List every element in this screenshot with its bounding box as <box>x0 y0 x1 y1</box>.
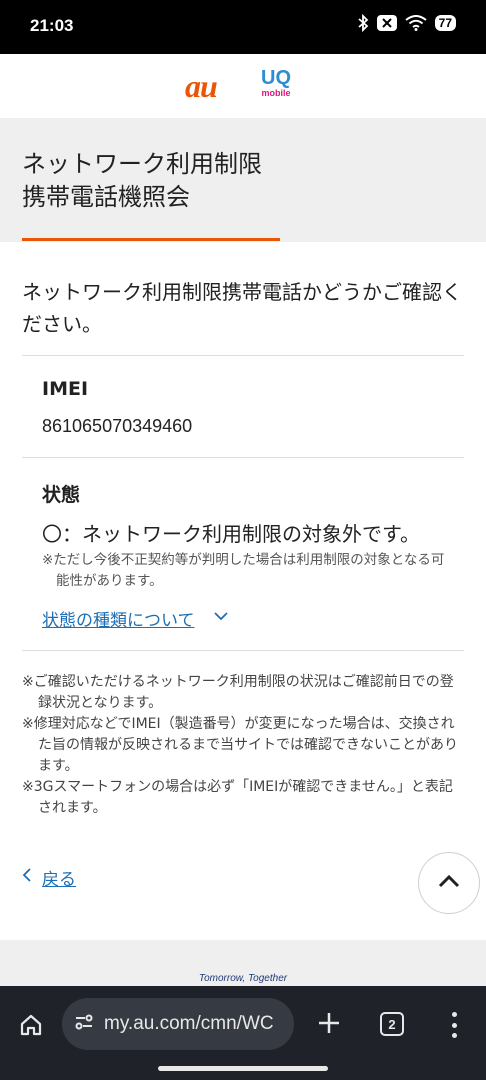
notes: ※ご確認いただけるネットワーク利用制限の状況はご確認前日での登録状況となります。… <box>22 672 462 819</box>
footer-tagline: Tomorrow, Together <box>198 973 288 984</box>
back-link-label: 戻る <box>42 870 76 890</box>
more-menu-button[interactable] <box>444 1010 464 1040</box>
uq-mobile-logo[interactable]: UQ mobile <box>256 68 296 98</box>
menu-dot <box>451 1033 457 1038</box>
back-link[interactable]: 戻る <box>22 865 76 890</box>
note-item: ※ご確認いただけるネットワーク利用制限の状況はご確認前日での登録状況となります。 <box>22 674 454 711</box>
imei-label: IMEI <box>42 378 89 400</box>
new-tab-button[interactable] <box>314 1008 344 1038</box>
wifi-icon <box>405 15 427 31</box>
status-icons: 77 <box>357 14 456 32</box>
status-result: 〇：ネットワーク利用制限の対象外です。 <box>42 522 420 546</box>
imei-value: 861065070349460 <box>42 416 193 436</box>
site-settings-icon[interactable] <box>74 1013 94 1035</box>
au-logo[interactable]: au <box>185 68 218 105</box>
status-time: 21:03 <box>30 16 74 35</box>
status-label: 状態 <box>42 484 81 506</box>
uq-logo-subtext: mobile <box>261 88 291 98</box>
home-icon <box>19 1013 43 1041</box>
intro-text: ネットワーク利用制限携帯電話かどうかご確認ください。 <box>22 280 462 336</box>
plus-icon <box>314 1013 344 1042</box>
url-text: my.au.com/cmn/WC <box>104 1013 274 1034</box>
divider <box>22 355 464 356</box>
notification-x-icon <box>376 15 397 31</box>
bluetooth-icon <box>357 14 369 32</box>
menu-dot <box>451 1012 457 1017</box>
menu-dot <box>451 1022 457 1028</box>
page-title-line1: ネットワーク利用制限 <box>22 150 262 178</box>
battery-icon: 77 <box>434 15 456 31</box>
home-button[interactable] <box>14 1010 48 1044</box>
note-item: ※修理対応などでIMEI（製造番号）が変更になった場合は、交換された旨の情報が反… <box>22 716 458 774</box>
divider <box>22 650 464 651</box>
uq-logo-text: UQ <box>261 67 291 89</box>
status-types-link[interactable]: 状態の種類について <box>42 606 195 631</box>
page-title-line2: 携帯電話機照会 <box>22 183 190 211</box>
page-title: ネットワーク利用制限 携帯電話機照会 <box>22 148 262 214</box>
logo-header: au UQ mobile <box>0 54 486 118</box>
status-note: ※ただし今後不正契約等が判明した場合は利用制限の対象となる可能性があります。 <box>42 552 445 589</box>
status-bar: 21:03 77 <box>0 0 486 54</box>
scroll-to-top-button[interactable] <box>418 852 480 914</box>
note-item: ※3Gスマートフォンの場合は必ず「IMEIが確認できません。」と表記されます。 <box>22 779 453 816</box>
chevron-down-icon[interactable] <box>213 608 229 628</box>
address-bar[interactable]: my.au.com/cmn/WC <box>62 998 294 1050</box>
chevron-left-icon <box>22 867 32 888</box>
divider <box>22 457 464 458</box>
chevron-up-icon <box>437 873 461 893</box>
tab-switcher-button[interactable]: 2 <box>380 1012 404 1036</box>
title-accent-line <box>22 238 280 241</box>
gesture-bar[interactable] <box>158 1066 328 1071</box>
